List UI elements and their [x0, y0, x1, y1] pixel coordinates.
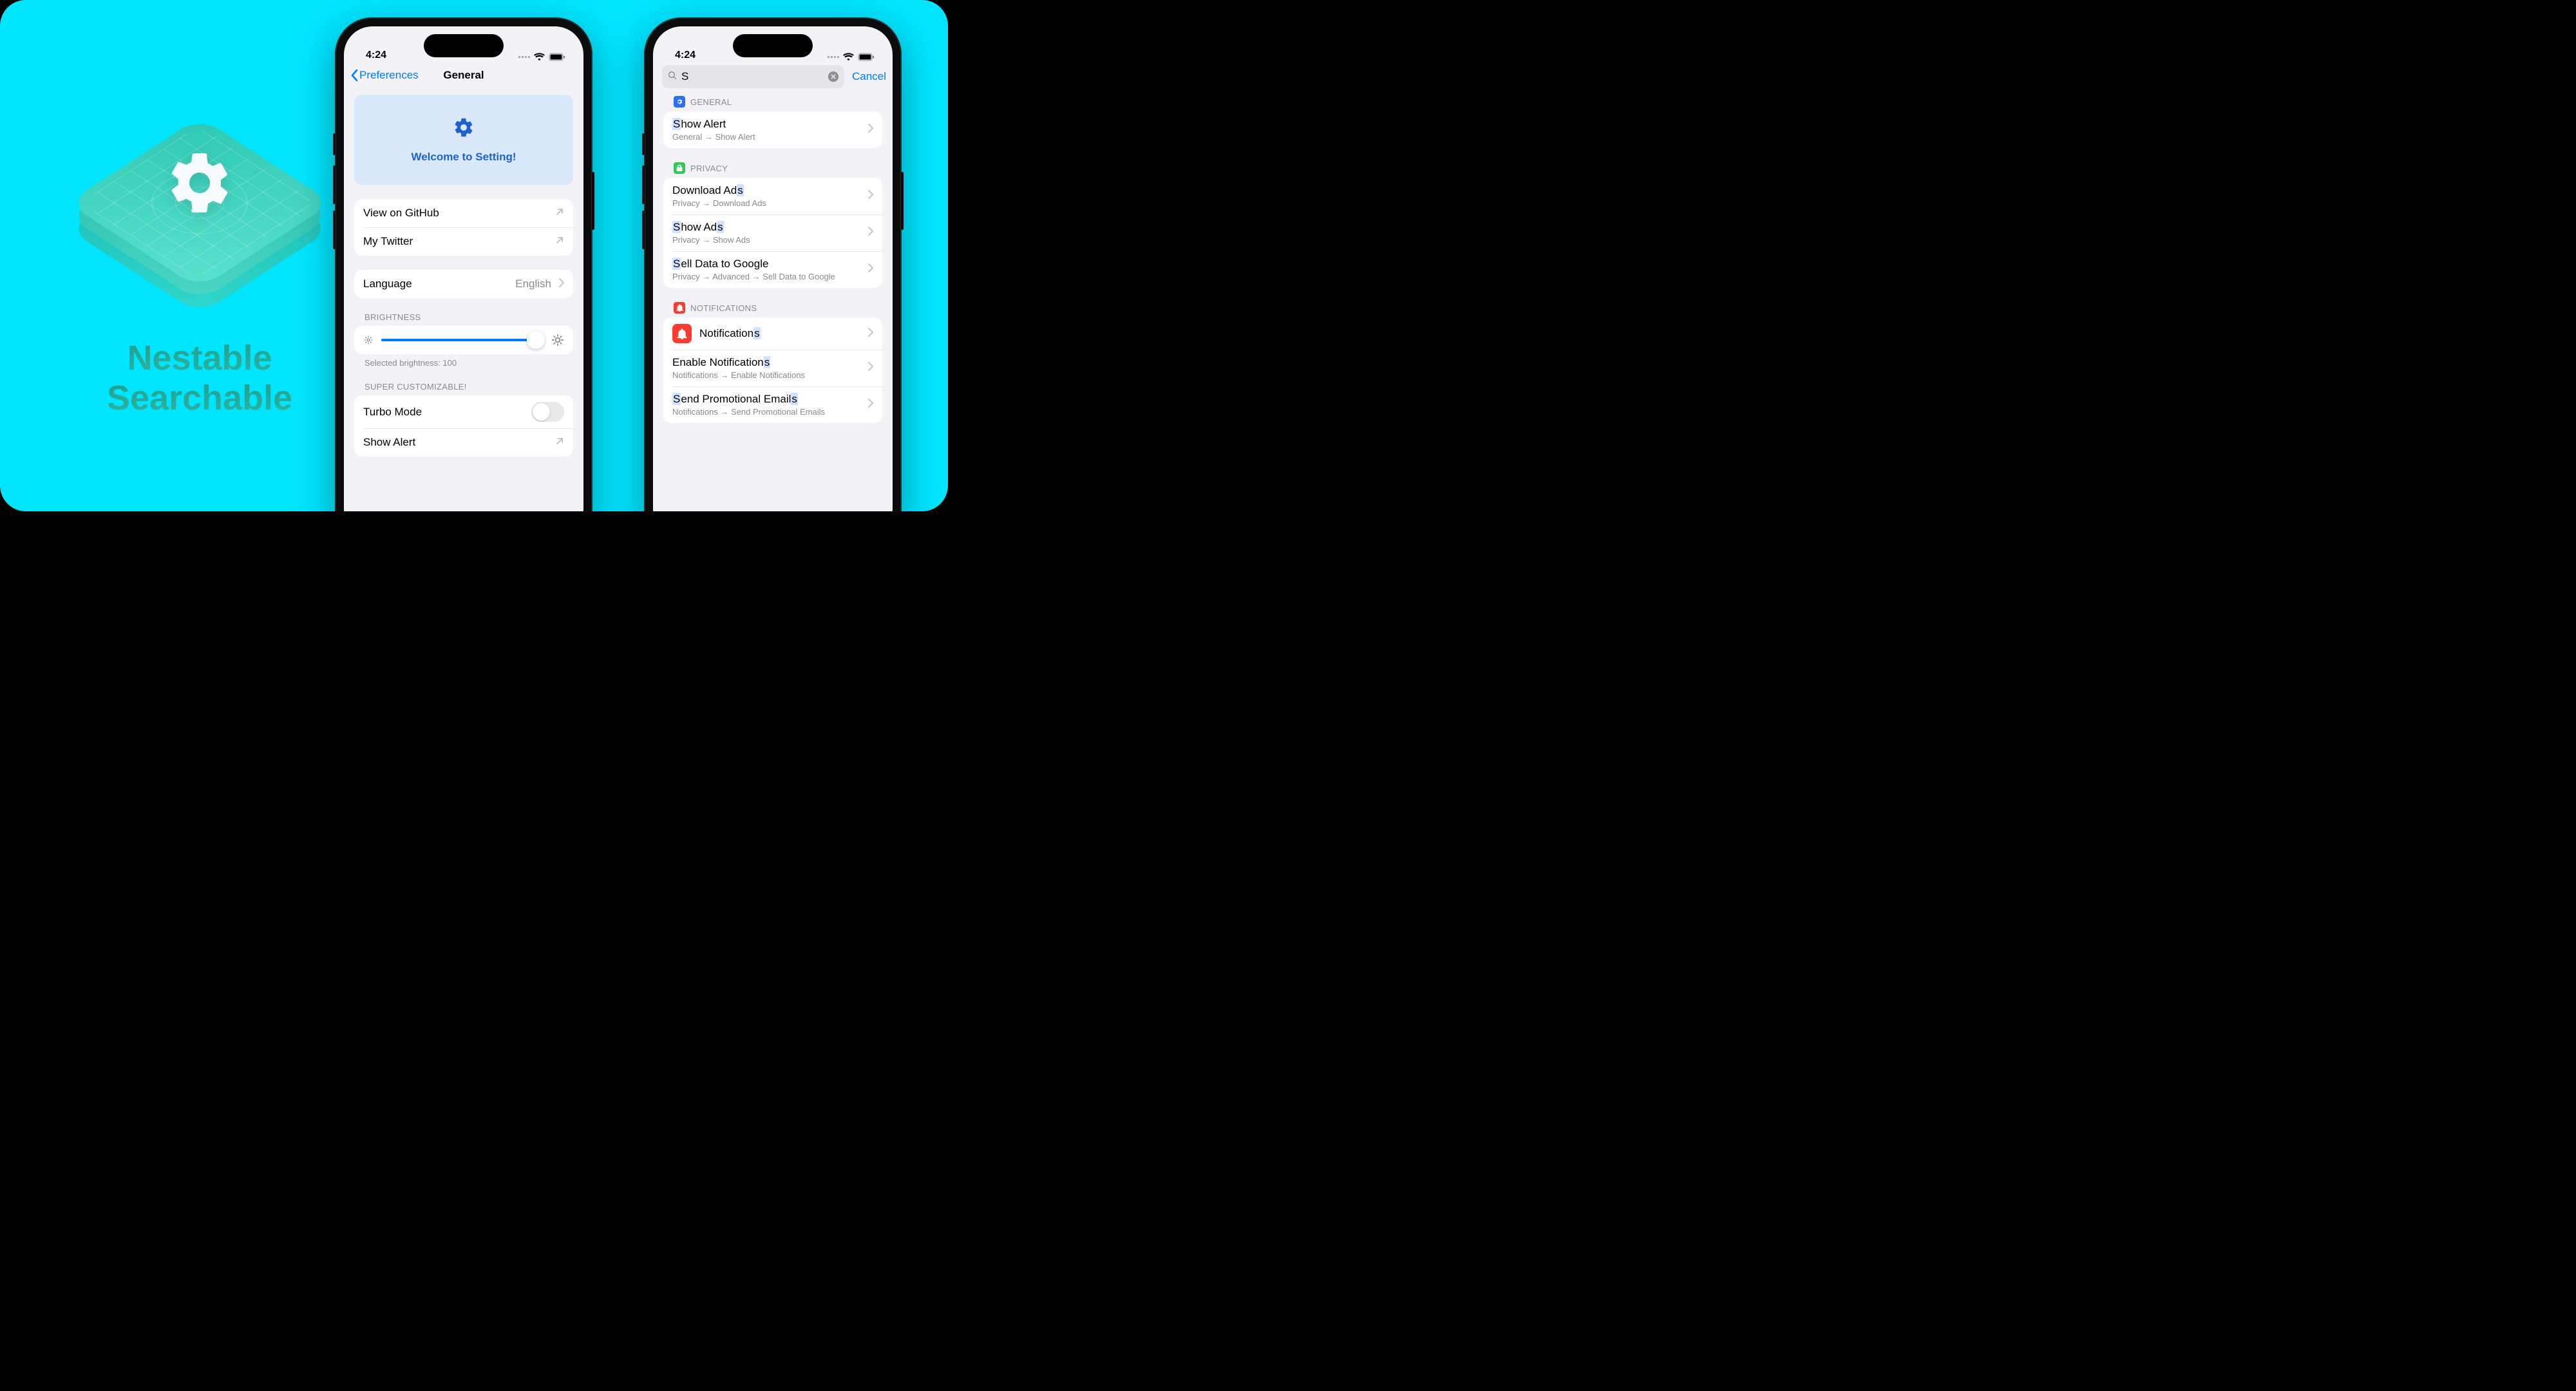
chevron-right-icon — [868, 362, 873, 374]
result-path: Privacy → Download Ads — [672, 198, 860, 208]
result-promo-emails[interactable]: Send Promotional Emails Notifications → … — [663, 386, 882, 423]
gear-icon — [164, 147, 235, 222]
bell-icon — [674, 302, 685, 314]
brightness-low-icon — [363, 335, 374, 345]
phone-general: 4:24 Preferences General Welcome to Sett… — [335, 17, 592, 511]
external-link-icon — [555, 437, 564, 449]
result-show-alert[interactable]: Show Alert General → Show Alert — [663, 111, 882, 148]
result-path: General → Show Alert — [672, 132, 860, 142]
gear-icon — [453, 117, 475, 142]
row-turbo[interactable]: Turbo Mode — [354, 395, 573, 428]
chevron-right-icon — [868, 124, 873, 136]
result-sell-data[interactable]: Sell Data to Google Privacy → Advanced →… — [663, 251, 882, 288]
result-download-ads[interactable]: Download Ads Privacy → Download Ads — [663, 178, 882, 214]
status-time: 4:24 — [675, 50, 696, 61]
clear-button[interactable] — [828, 71, 839, 82]
result-title: Notifications — [699, 327, 860, 340]
row-language[interactable]: Language English — [354, 270, 573, 298]
result-title: Sell Data to Google — [672, 258, 860, 270]
lock-icon — [674, 162, 685, 174]
result-title: Show Ads — [672, 221, 860, 234]
back-label: Preferences — [359, 69, 419, 82]
chevron-right-icon — [868, 263, 873, 276]
result-title: Download Ads — [672, 184, 860, 197]
result-title: Show Alert — [672, 118, 860, 131]
dynamic-island — [424, 34, 504, 57]
external-link-icon — [555, 236, 564, 248]
brightness-header: BRIGHTNESS — [354, 312, 573, 326]
hero-text: Welcome to Setting! — [411, 151, 516, 164]
result-show-ads[interactable]: Show Ads Privacy → Show Ads — [663, 214, 882, 251]
cellular-icon — [518, 56, 530, 58]
app-icon-illustration — [103, 93, 296, 312]
chevron-right-icon — [868, 328, 873, 340]
tagline-1: Nestable — [107, 338, 292, 378]
battery-icon — [858, 53, 875, 61]
search-input[interactable] — [681, 70, 824, 83]
turbo-switch[interactable] — [531, 402, 564, 422]
result-path: Notifications → Send Promotional Emails — [672, 407, 860, 417]
cancel-button[interactable]: Cancel — [852, 70, 886, 83]
cellular-icon — [828, 56, 839, 58]
language-value: English — [515, 278, 551, 290]
tagline-2: Searchable — [107, 378, 292, 418]
result-title: Send Promotional Emails — [672, 393, 860, 406]
wifi-icon — [843, 53, 854, 61]
bell-icon — [672, 324, 692, 343]
chevron-right-icon — [868, 227, 873, 239]
section-header-notifications: NOTIFICATIONS — [663, 302, 882, 317]
back-button[interactable]: Preferences — [350, 69, 419, 82]
phone-search: 4:24 Cancel GE — [644, 17, 902, 511]
nav-bar: Preferences General — [344, 61, 583, 90]
result-path: Notifications → Enable Notifications — [672, 370, 860, 380]
brightness-footer: Selected brightness: 100 — [354, 354, 573, 368]
brightness-high-icon — [551, 334, 564, 346]
result-title: Enable Notifications — [672, 356, 860, 369]
search-field[interactable] — [662, 65, 844, 88]
search-icon — [667, 70, 677, 84]
row-github[interactable]: View on GitHub — [354, 199, 573, 227]
custom-header: SUPER CUSTOMIZABLE! — [354, 382, 573, 395]
row-twitter[interactable]: My Twitter — [354, 227, 573, 256]
status-time: 4:24 — [366, 50, 386, 61]
result-notifications[interactable]: Notifications — [663, 317, 882, 350]
hero-banner: Welcome to Setting! — [354, 95, 573, 185]
section-header-privacy: PRIVACY — [663, 162, 882, 178]
promo-panel: Nestable Searchable — [0, 93, 335, 418]
dynamic-island — [733, 34, 813, 57]
slider-thumb[interactable] — [527, 331, 545, 349]
chevron-right-icon — [868, 190, 873, 202]
external-link-icon — [555, 207, 564, 220]
result-path: Privacy → Show Ads — [672, 235, 860, 245]
gear-icon — [674, 96, 685, 108]
brightness-slider[interactable] — [354, 326, 573, 354]
battery-icon — [549, 53, 565, 61]
row-show-alert[interactable]: Show Alert — [354, 428, 573, 457]
chevron-right-icon — [559, 278, 564, 290]
section-header-general: GENERAL — [663, 96, 882, 111]
chevron-right-icon — [868, 399, 873, 411]
wifi-icon — [534, 53, 545, 61]
result-path: Privacy → Advanced → Sell Data to Google — [672, 272, 860, 281]
result-enable-notifications[interactable]: Enable Notifications Notifications → Ena… — [663, 350, 882, 386]
